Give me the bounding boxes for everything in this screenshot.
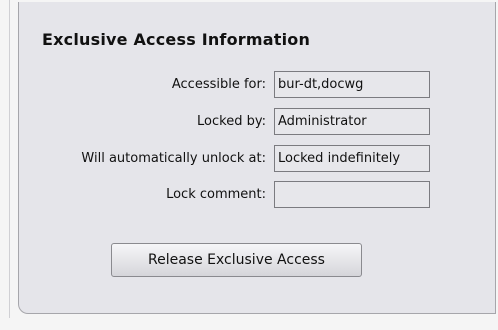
lock-comment-field — [274, 181, 430, 208]
bottom-border — [0, 318, 498, 330]
auto-unlock-field: Locked indefinitely — [274, 145, 430, 172]
auto-unlock-label: Will automatically unlock at: — [81, 151, 266, 166]
lock-comment-label: Lock comment: — [166, 187, 266, 202]
release-exclusive-access-button[interactable]: Release Exclusive Access — [111, 243, 362, 277]
section-title: Exclusive Access Information — [42, 30, 311, 49]
accessible-for-label: Accessible for: — [171, 77, 266, 92]
accessible-for-field: bur-dt,docwg — [274, 71, 430, 98]
locked-by-field: Administrator — [274, 108, 430, 135]
locked-by-label: Locked by: — [197, 114, 266, 129]
left-divider — [0, 0, 10, 330]
